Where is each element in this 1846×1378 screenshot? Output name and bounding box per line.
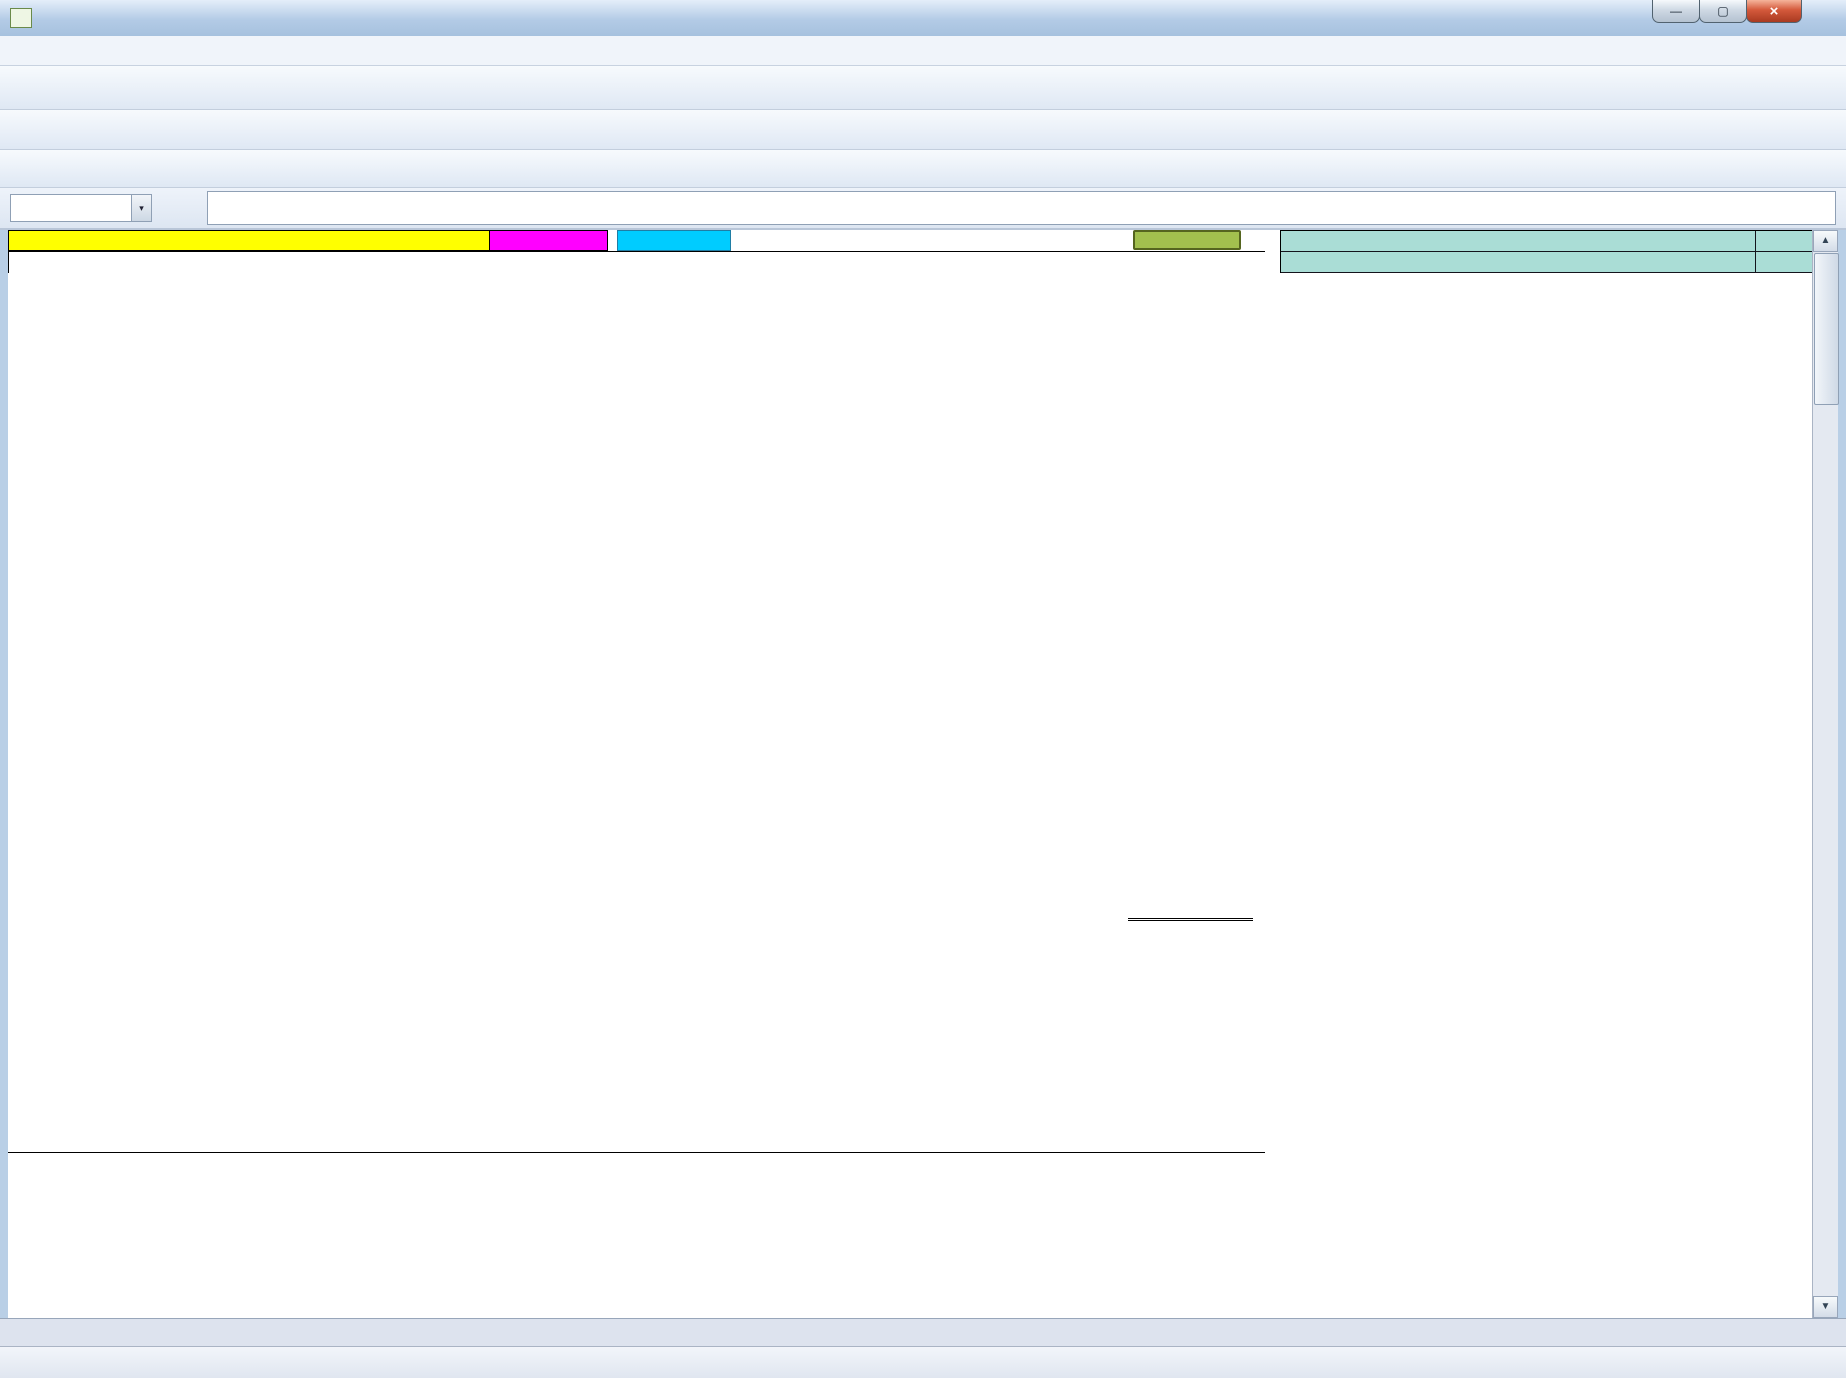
invoice-subtitle-row	[1281, 252, 1812, 273]
formula-input-line[interactable]	[207, 191, 1836, 225]
sheet-tab-bar	[0, 1318, 1846, 1346]
invoice-cut-column-subheader[interactable]	[1756, 252, 1812, 273]
invoice-panel	[1280, 230, 1812, 273]
sheet-title-banner[interactable]	[8, 230, 490, 251]
name-box[interactable]: ▾	[10, 194, 152, 222]
spreadsheet-canvas[interactable]	[8, 230, 1812, 1318]
menu-bar	[0, 36, 1846, 66]
close-button[interactable]: ×	[1746, 0, 1802, 23]
formatting-toolbar	[0, 110, 1846, 150]
title-bar[interactable]: —▢×	[0, 0, 1846, 37]
banner-row	[8, 230, 1265, 251]
vertical-scroll-thumb[interactable]	[1814, 253, 1839, 405]
name-box-dropdown-icon[interactable]: ▾	[131, 195, 151, 221]
summary-button[interactable]	[617, 230, 731, 251]
column-header-row	[9, 252, 1265, 273]
total-excl-tax-row	[8, 893, 1265, 923]
vertical-scrollbar[interactable]: ▲ ▼	[1812, 230, 1838, 1318]
total-excl-tax-value[interactable]	[1128, 893, 1253, 921]
minimize-button[interactable]: —	[1652, 0, 1700, 23]
insert-cells-button[interactable]	[1133, 230, 1241, 250]
invoice-title-row	[1281, 231, 1812, 252]
formula-bar: ▾	[0, 188, 1846, 230]
status-bar	[0, 1346, 1846, 1378]
app-icon	[10, 8, 32, 28]
scroll-up-icon[interactable]: ▲	[1813, 230, 1838, 252]
invoice-cut-column-header[interactable]	[1756, 231, 1812, 252]
invoice-panel-subtitle[interactable]	[1281, 252, 1756, 273]
save-button[interactable]	[490, 230, 608, 251]
total-excl-tax-label	[8, 893, 1042, 923]
standard-toolbar	[0, 66, 1846, 110]
calculations-rows	[8, 1152, 1265, 1153]
scroll-down-icon[interactable]: ▼	[1813, 1296, 1838, 1318]
estimate-table	[8, 230, 1265, 273]
calculations-area	[8, 1128, 1265, 1153]
form-controls-toolbar	[0, 150, 1846, 188]
calculations-header-row	[8, 1128, 1265, 1152]
invoice-panel-title[interactable]	[1281, 231, 1756, 252]
maximize-button[interactable]: ▢	[1699, 0, 1747, 23]
cell-reference[interactable]	[11, 195, 131, 221]
